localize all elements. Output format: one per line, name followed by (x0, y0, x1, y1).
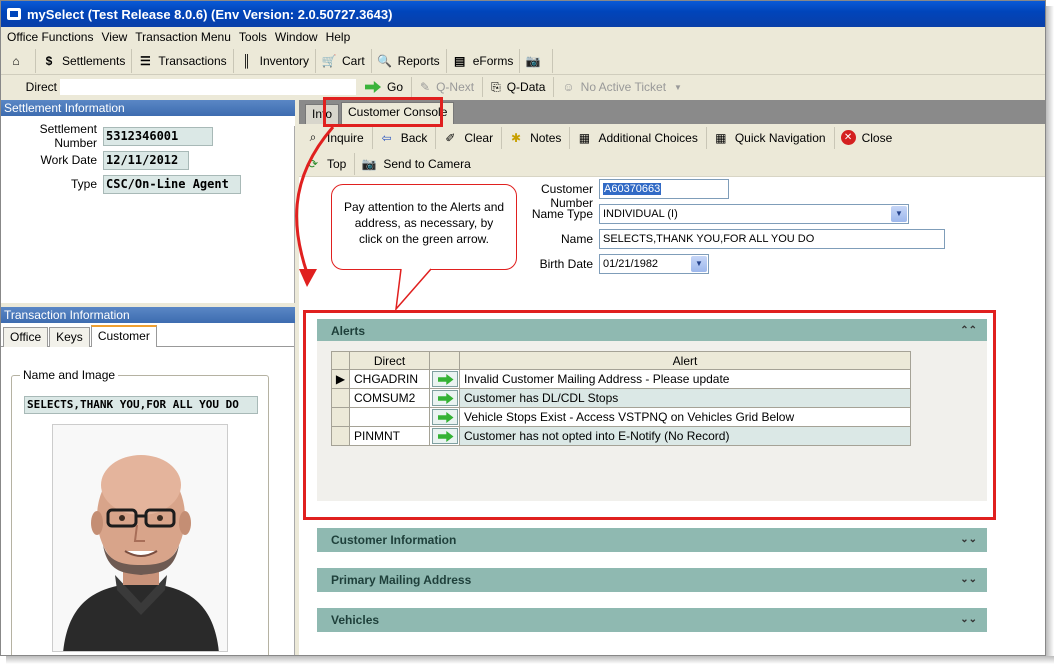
callout-pointer (394, 268, 432, 312)
window-shadow-right (1046, 6, 1054, 662)
red-arrow-head (299, 269, 317, 287)
red-arrow-line (295, 126, 335, 274)
window-shadow-bottom (6, 656, 1054, 664)
app-window: mySelect (Test Release 8.0.6) (Env Versi… (0, 0, 1046, 656)
annotation-arrows (295, 126, 432, 312)
